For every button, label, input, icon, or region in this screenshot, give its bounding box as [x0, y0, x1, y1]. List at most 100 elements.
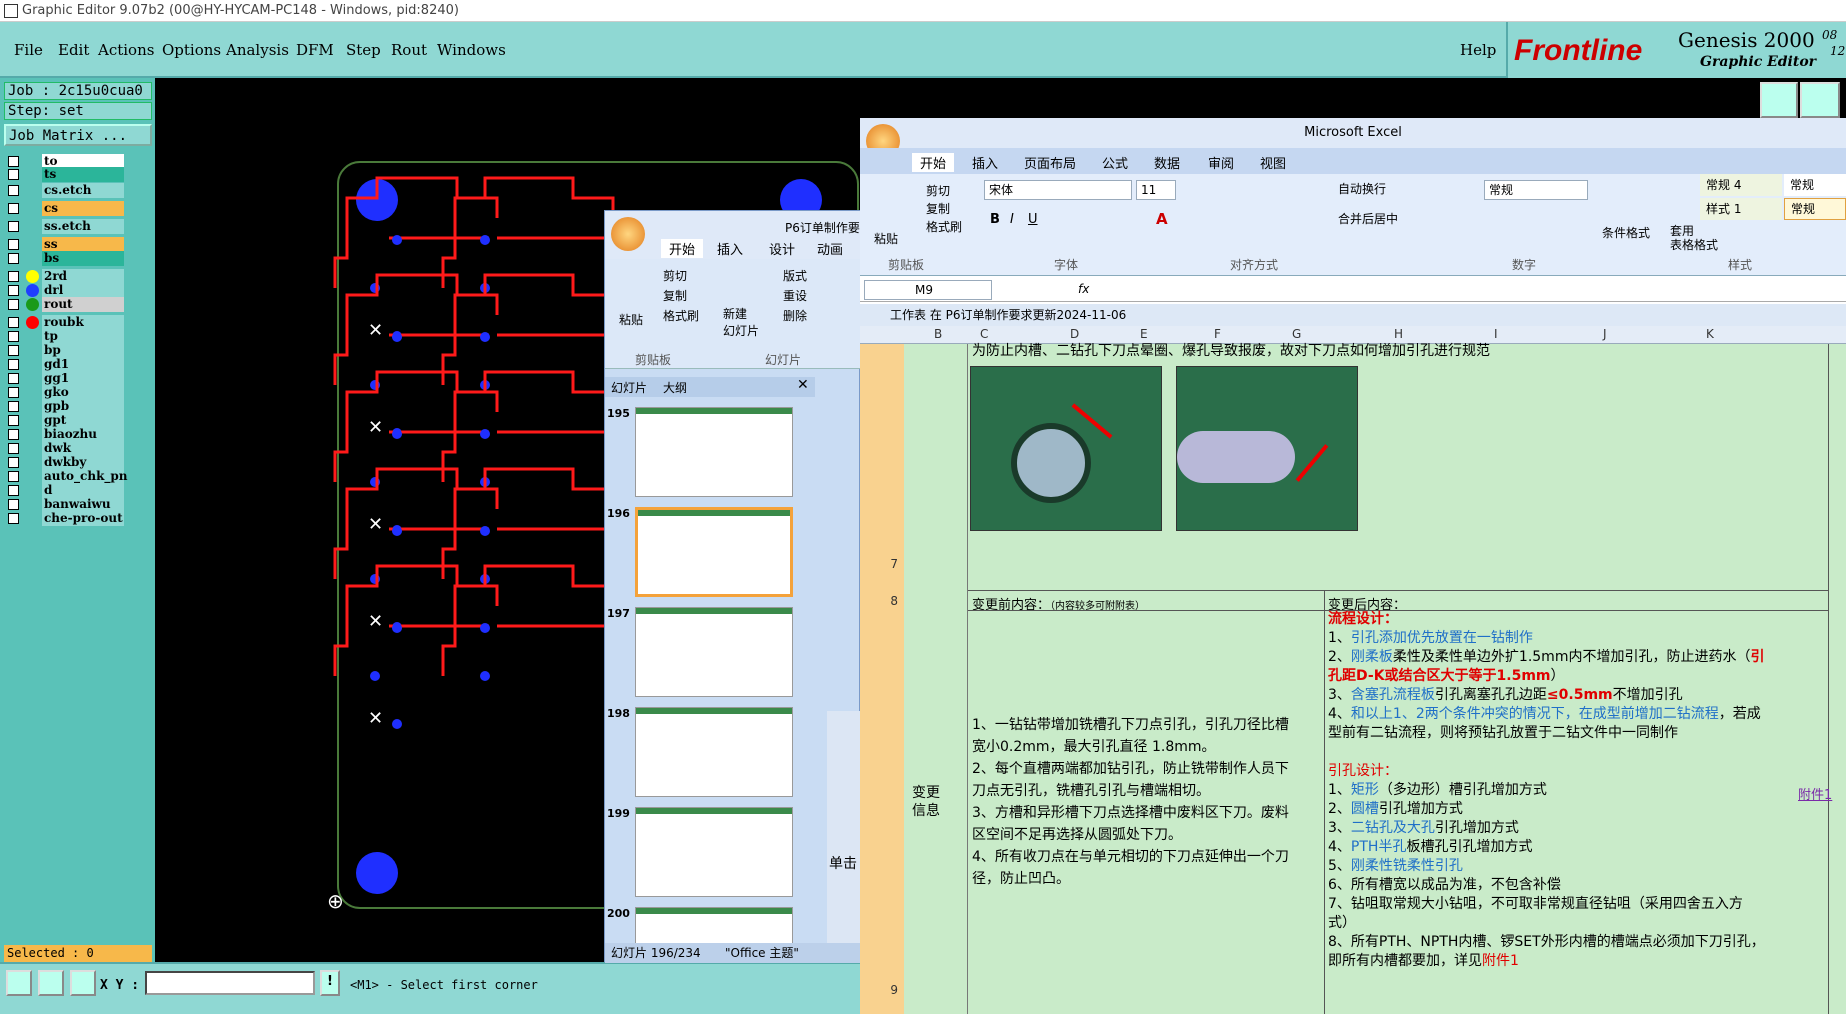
- ppt-tab-animation[interactable]: 动画: [817, 239, 843, 258]
- layer-name[interactable]: gpt: [42, 413, 124, 428]
- layer-row[interactable]: che-pro-out: [6, 511, 124, 526]
- layer-checkbox[interactable]: [8, 203, 19, 214]
- italic-icon[interactable]: I: [1010, 212, 1014, 227]
- layer-checkbox[interactable]: [8, 415, 19, 426]
- layer-name[interactable]: gg1: [42, 371, 124, 386]
- measure-tool-icon[interactable]: [38, 970, 64, 996]
- attachment-link[interactable]: 附件1: [1798, 784, 1832, 803]
- table-format-button[interactable]: 套用 表格格式: [1670, 224, 1718, 252]
- layer-name[interactable]: gpb: [42, 399, 124, 414]
- slide-thumbnail[interactable]: [635, 807, 793, 897]
- layer-checkbox[interactable]: [8, 485, 19, 496]
- slide-thumbnail[interactable]: [635, 607, 793, 697]
- column-header[interactable]: H: [1394, 327, 1403, 341]
- menu-windows[interactable]: Windows: [437, 41, 506, 59]
- layer-name[interactable]: ss: [42, 237, 124, 252]
- ppt-paste[interactable]: 粘贴: [619, 311, 643, 328]
- layer-name[interactable]: drl: [42, 283, 124, 298]
- menu-help[interactable]: Help: [1460, 41, 1496, 59]
- ppt-pane-outline-tab[interactable]: 大纲: [663, 379, 687, 396]
- layer-name[interactable]: bs: [42, 251, 124, 266]
- layer-name[interactable]: ss.etch: [42, 219, 124, 234]
- layer-checkbox[interactable]: [8, 271, 19, 282]
- layer-checkbox[interactable]: [8, 471, 19, 482]
- excel-tab-review[interactable]: 审阅: [1208, 153, 1234, 172]
- layer-row[interactable]: auto_chk_pn: [6, 469, 128, 484]
- fx-icon[interactable]: fx: [1078, 282, 1089, 296]
- layer-checkbox[interactable]: [8, 221, 19, 232]
- layer-row[interactable]: cs.etch: [6, 183, 124, 198]
- menu-step[interactable]: Step: [346, 41, 381, 59]
- column-header[interactable]: I: [1494, 327, 1498, 341]
- close-pane-icon[interactable]: ✕: [797, 377, 809, 393]
- layer-checkbox[interactable]: [8, 317, 19, 328]
- layer-name[interactable]: rout: [42, 297, 124, 312]
- excel-paste[interactable]: 粘贴: [874, 230, 898, 247]
- ppt-pane-slides-tab[interactable]: 幻灯片: [611, 379, 647, 396]
- menu-dfm[interactable]: DFM: [296, 41, 334, 59]
- ppt-tab-design[interactable]: 设计: [769, 239, 795, 258]
- excel-tab-insert[interactable]: 插入: [972, 153, 998, 172]
- layer-row[interactable]: biaozhu: [6, 427, 124, 442]
- excel-cut[interactable]: 剪切: [926, 182, 950, 199]
- font-size-select[interactable]: 11: [1136, 180, 1176, 200]
- layer-checkbox[interactable]: [8, 253, 19, 264]
- grid-tool-icon[interactable]: [70, 970, 96, 996]
- office-button[interactable]: [611, 217, 645, 251]
- menu-rout[interactable]: Rout: [391, 41, 427, 59]
- style-normal[interactable]: 常规: [1784, 174, 1846, 196]
- bold-icon[interactable]: B: [990, 212, 1000, 227]
- menu-file[interactable]: File: [14, 41, 43, 59]
- layer-checkbox[interactable]: [8, 345, 19, 356]
- attachment-link-inline[interactable]: 附件1: [1482, 953, 1519, 969]
- layer-checkbox[interactable]: [8, 457, 19, 468]
- column-header[interactable]: E: [1140, 327, 1148, 341]
- column-header[interactable]: J: [1603, 327, 1607, 341]
- layer-row[interactable]: dwkby: [6, 455, 124, 470]
- layer-row[interactable]: gpt: [6, 413, 124, 428]
- style-1[interactable]: 样式 1: [1700, 198, 1782, 220]
- excel-tab-home[interactable]: 开始: [912, 153, 955, 172]
- layer-name[interactable]: ts: [42, 167, 124, 182]
- layer-name[interactable]: roubk: [42, 315, 124, 330]
- ppt-new-slide[interactable]: 新建 幻灯片: [723, 305, 759, 339]
- layer-checkbox[interactable]: [8, 285, 19, 296]
- name-box[interactable]: M9: [864, 280, 992, 300]
- layer-checkbox[interactable]: [8, 185, 19, 196]
- layer-row[interactable]: 2rd: [6, 269, 124, 284]
- column-header[interactable]: F: [1214, 327, 1221, 341]
- conditional-format-button[interactable]: 条件格式: [1602, 224, 1650, 241]
- sheet-grid[interactable]: 7 8 9 变更 信息 为防止内槽、二钻孔下刀点晕圈、爆孔导致报废，故对下刀点如…: [860, 343, 1846, 1014]
- row-header-9[interactable]: 9: [860, 610, 904, 1014]
- layer-checkbox[interactable]: [8, 401, 19, 412]
- merge-center-button[interactable]: 合并后居中: [1338, 210, 1398, 227]
- layer-checkbox[interactable]: [8, 499, 19, 510]
- excel-tab-data[interactable]: 数据: [1154, 153, 1180, 172]
- layer-name[interactable]: che-pro-out: [42, 511, 124, 526]
- menu-analysis[interactable]: Analysis: [226, 41, 289, 59]
- wrap-text-button[interactable]: 自动换行: [1338, 180, 1386, 197]
- excel-painter[interactable]: 格式刷: [926, 218, 962, 235]
- layer-checkbox[interactable]: [8, 299, 19, 310]
- layer-checkbox[interactable]: [8, 387, 19, 398]
- layer-row[interactable]: banwaiwu: [6, 497, 124, 512]
- font-color-icon[interactable]: A: [1156, 210, 1168, 228]
- layer-row[interactable]: gpb: [6, 399, 124, 414]
- excel-tab-view[interactable]: 视图: [1260, 153, 1286, 172]
- ppt-layout[interactable]: 版式: [783, 267, 807, 284]
- excel-tab-formula[interactable]: 公式: [1102, 153, 1128, 172]
- menu-actions[interactable]: Actions: [98, 41, 154, 59]
- layer-row[interactable]: bp: [6, 343, 124, 358]
- style-normal4[interactable]: 常规 4: [1700, 174, 1782, 196]
- layer-name[interactable]: cs.etch: [42, 183, 124, 198]
- layer-row[interactable]: gd1: [6, 357, 124, 372]
- layer-row[interactable]: gko: [6, 385, 124, 400]
- slide-thumbnail[interactable]: [635, 507, 793, 597]
- ppt-delete[interactable]: 删除: [783, 307, 807, 324]
- layer-row[interactable]: cs: [6, 201, 124, 216]
- layer-row[interactable]: gg1: [6, 371, 124, 386]
- ppt-tab-insert[interactable]: 插入: [717, 239, 743, 258]
- ppt-cut[interactable]: 剪切: [663, 267, 687, 284]
- upload-icon[interactable]: [1760, 82, 1798, 118]
- layer-row[interactable]: ts: [6, 167, 124, 182]
